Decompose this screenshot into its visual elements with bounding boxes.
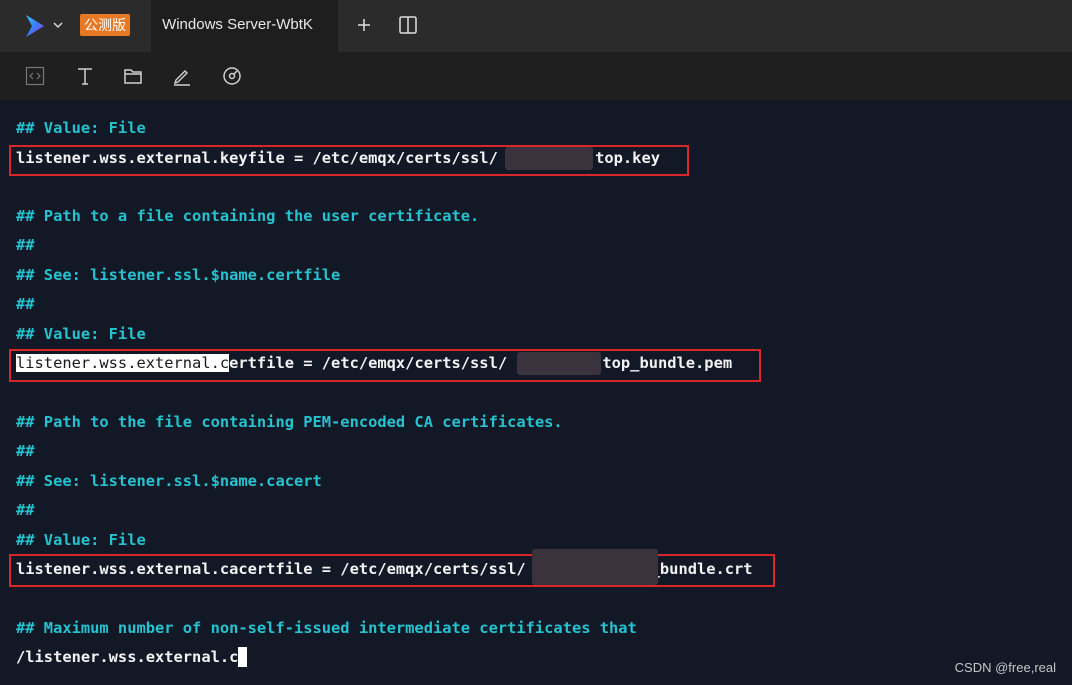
edit-icon[interactable] bbox=[172, 66, 192, 86]
comment-line: ## bbox=[16, 295, 35, 313]
terminal-output[interactable]: ## Value: File listener.wss.external.key… bbox=[0, 100, 1072, 685]
toolbar bbox=[0, 52, 1072, 100]
folder-icon[interactable] bbox=[123, 66, 143, 86]
config-text: .top_bundle.pem bbox=[593, 354, 733, 372]
comment-line: ## bbox=[16, 501, 35, 519]
comment-line: ## Path to a file containing the user ce… bbox=[16, 207, 480, 225]
selected-text[interactable]: listener.wss.external.c bbox=[16, 354, 230, 372]
comment-line: ## Value: File bbox=[16, 325, 146, 343]
redacted-block bbox=[517, 352, 601, 375]
redacted-block bbox=[532, 549, 658, 585]
app-logo-icon[interactable] bbox=[24, 13, 46, 39]
dashboard-icon[interactable] bbox=[222, 66, 242, 86]
config-text: .top.key bbox=[585, 149, 660, 167]
comment-line: ## bbox=[16, 236, 35, 254]
redacted-block bbox=[505, 147, 593, 170]
config-text: ertfile = /etc/emqx/certs/ssl/ bbox=[229, 354, 508, 372]
comment-line: ## Value: File bbox=[16, 119, 146, 137]
comment-line: ## Maximum number of non-self-issued int… bbox=[16, 619, 637, 637]
chevron-down-icon[interactable] bbox=[52, 19, 64, 31]
config-line-certfile: listener.wss.external.certfile = /etc/em… bbox=[16, 353, 732, 373]
config-text: listener.wss.external.keyfile = /etc/emq… bbox=[16, 149, 498, 167]
watermark: CSDN @free,real bbox=[954, 660, 1056, 675]
config-text: _bundle.crt bbox=[650, 560, 753, 578]
comment-line: ## bbox=[16, 442, 35, 460]
config-text: listener.wss.external.cacertfile = /etc/… bbox=[16, 560, 526, 578]
text-cursor bbox=[238, 647, 248, 667]
code-icon[interactable] bbox=[25, 66, 45, 86]
tab-bar: 公测版 Windows Server-WbtK bbox=[0, 0, 1072, 52]
tab-active[interactable]: Windows Server-WbtK bbox=[151, 0, 338, 52]
search-input[interactable]: /listener.wss.external.c bbox=[16, 647, 248, 667]
comment-line: ## See: listener.ssl.$name.certfile bbox=[16, 266, 341, 284]
split-view-icon[interactable] bbox=[398, 15, 418, 35]
comment-line: ## See: listener.ssl.$name.cacert bbox=[16, 472, 322, 490]
plus-icon[interactable] bbox=[354, 15, 374, 35]
text-icon[interactable] bbox=[75, 66, 95, 86]
beta-badge: 公测版 bbox=[80, 14, 130, 36]
comment-line: ## Path to the file containing PEM-encod… bbox=[16, 413, 563, 431]
comment-line: ## Value: File bbox=[16, 531, 146, 549]
search-query: /listener.wss.external.c bbox=[16, 648, 239, 666]
